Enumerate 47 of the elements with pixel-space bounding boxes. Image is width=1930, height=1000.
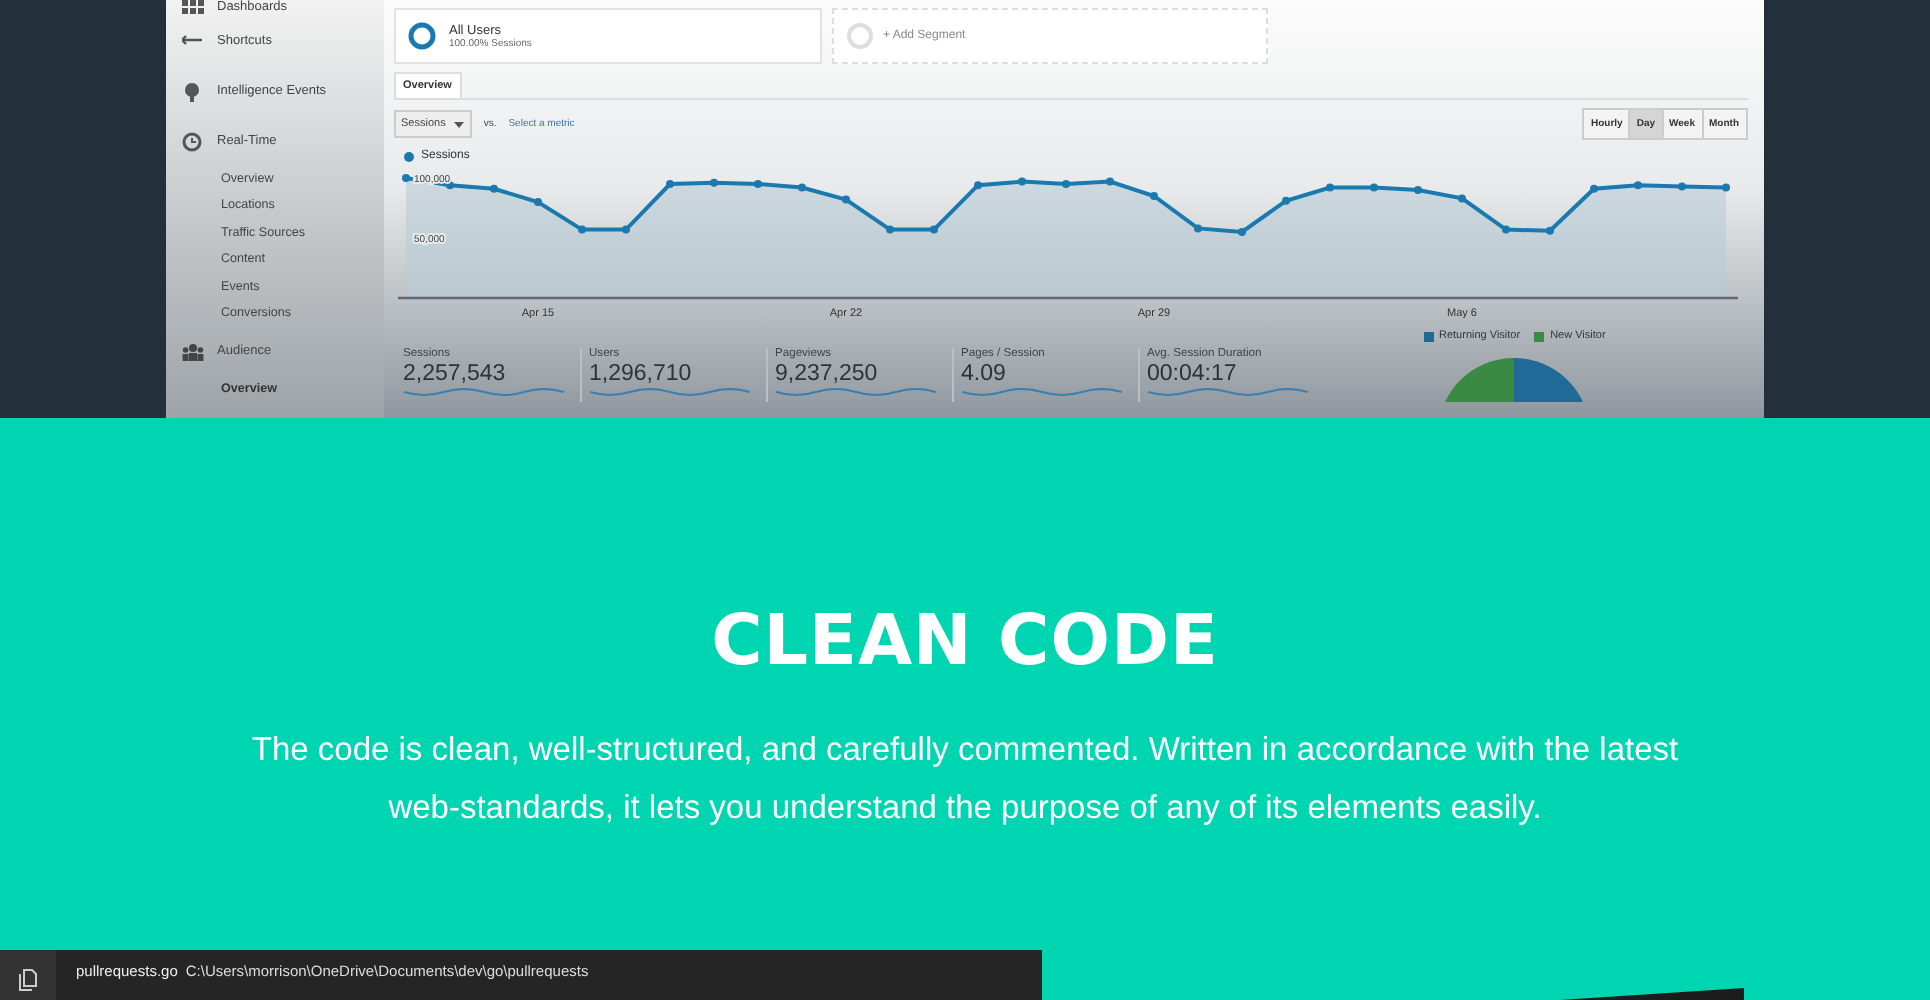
bulb-icon	[181, 81, 203, 101]
data-point[interactable]	[1589, 184, 1597, 193]
data-point[interactable]	[797, 183, 805, 192]
data-point[interactable]	[1193, 224, 1201, 233]
data-point[interactable]	[1061, 180, 1069, 188]
data-point[interactable]	[401, 174, 409, 182]
section-heading: CLEAN CODE	[711, 602, 1219, 682]
data-point[interactable]	[1413, 186, 1421, 194]
people-icon	[181, 341, 203, 362]
data-point[interactable]	[885, 225, 893, 234]
metric-value: 00:04:17	[1147, 360, 1239, 388]
metric-value: 4.09	[961, 360, 1008, 388]
data-point[interactable]	[577, 225, 585, 234]
files-icon[interactable]	[18, 968, 38, 992]
clock-icon	[181, 131, 203, 151]
section-description: The code is clean, well-structured, and carefully commented. Written in accordance with the latest web-standards, it lets you understand the purpose of any of its elements easily.	[249, 730, 1681, 830]
data-point[interactable]	[1281, 196, 1289, 205]
data-point[interactable]	[445, 181, 453, 190]
data-point[interactable]	[1149, 192, 1157, 200]
data-point[interactable]	[1545, 226, 1553, 235]
data-point[interactable]	[1721, 183, 1729, 192]
legend-dot-icon	[403, 151, 413, 161]
data-point[interactable]	[489, 184, 497, 193]
data-point[interactable]	[1017, 177, 1025, 186]
data-point[interactable]	[709, 178, 717, 187]
data-point[interactable]	[1369, 183, 1377, 192]
metric-value: 2,257,543	[403, 360, 508, 388]
data-point[interactable]	[753, 180, 761, 188]
grid-icon	[181, 0, 203, 20]
ring-icon	[407, 22, 435, 50]
metric-value: 1,296,710	[589, 360, 694, 388]
data-point[interactable]	[665, 180, 673, 188]
data-point[interactable]	[973, 181, 981, 190]
data-point[interactable]	[1501, 225, 1509, 234]
data-point[interactable]	[1237, 228, 1245, 236]
data-point[interactable]	[1457, 194, 1465, 203]
data-point[interactable]	[1633, 181, 1641, 190]
data-point[interactable]	[841, 195, 849, 204]
ring-icon	[845, 22, 873, 50]
data-point[interactable]	[1677, 182, 1685, 191]
data-point[interactable]	[621, 225, 629, 234]
metric-value: 9,237,250	[775, 360, 880, 388]
data-point[interactable]	[929, 225, 937, 234]
data-point[interactable]	[1325, 183, 1333, 192]
caret-icon	[453, 121, 464, 127]
data-point[interactable]	[533, 198, 541, 206]
data-point[interactable]	[1105, 177, 1113, 186]
